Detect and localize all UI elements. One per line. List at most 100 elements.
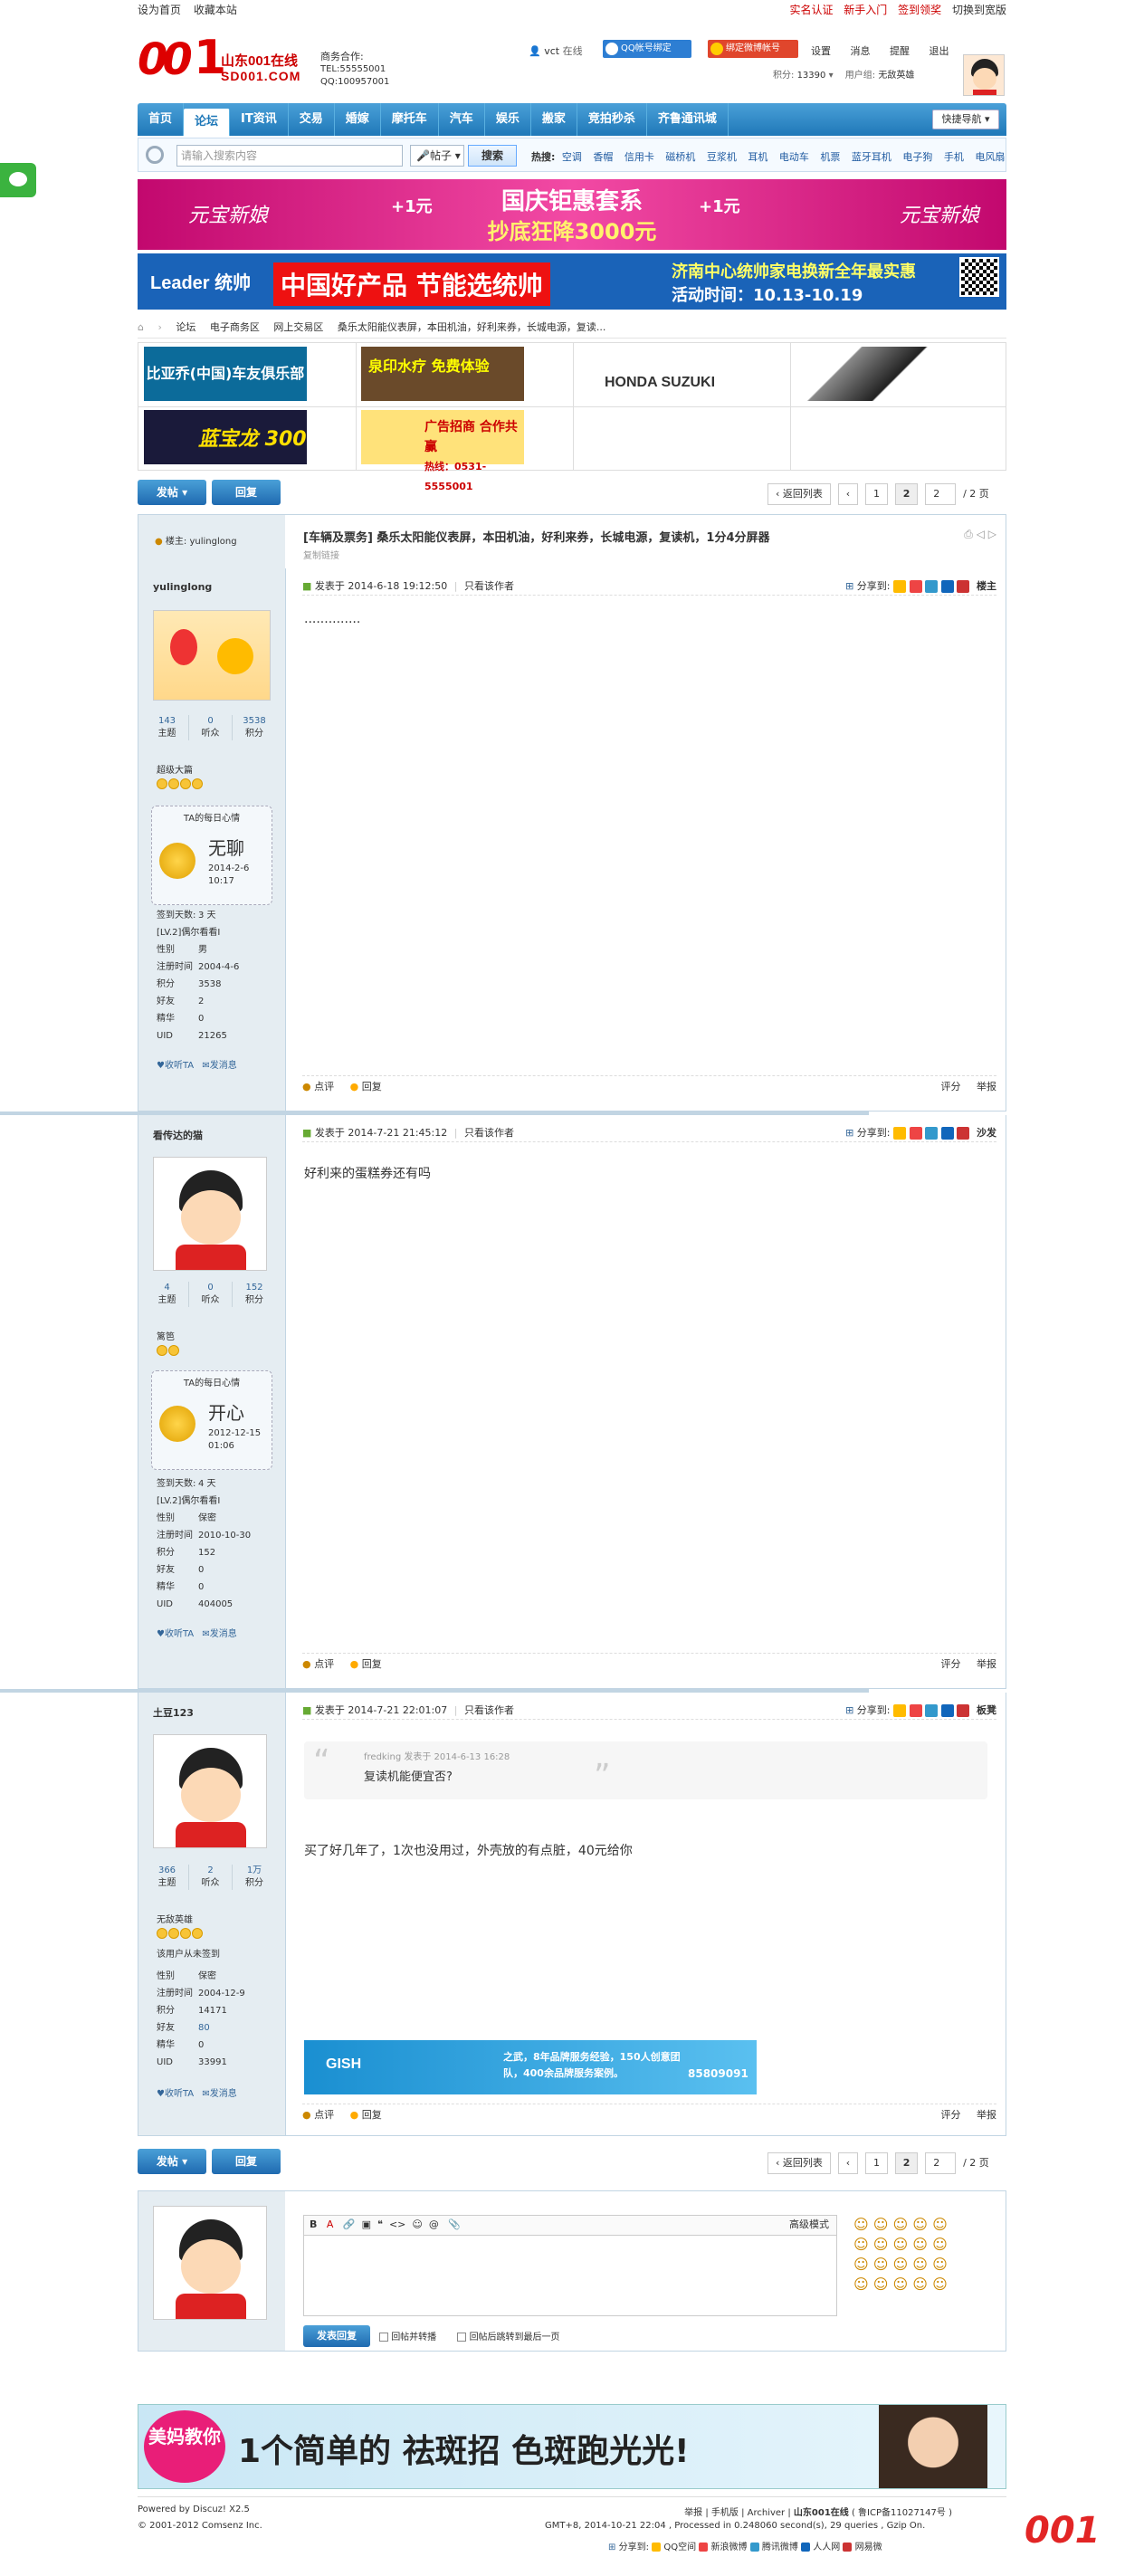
share-renren-icon[interactable] [940, 1127, 954, 1140]
page-input[interactable]: 2 [925, 2152, 957, 2174]
quote-icon[interactable]: ❝ [377, 2218, 383, 2230]
prev-thread-icon[interactable]: ◁ [977, 528, 985, 540]
follow-button[interactable]: ♥收听TA [157, 1061, 194, 1071]
weibo-bind-button[interactable]: 绑定微博帐号 [708, 40, 798, 58]
next-thread-icon[interactable]: ▷ [988, 528, 996, 540]
author-avatar[interactable] [153, 1734, 267, 1848]
print-icon[interactable]: ⎙ [964, 528, 973, 540]
settings-link[interactable]: 设置 [811, 45, 831, 57]
logout-link[interactable]: 退出 [930, 45, 949, 57]
report-button[interactable]: 举报 [977, 1658, 996, 1670]
my-avatar[interactable] [153, 2206, 267, 2320]
hot-item[interactable]: 豆浆机 [707, 151, 737, 163]
rate-comment-button[interactable]: ● 点评 [302, 1658, 334, 1670]
qq-bind-button[interactable]: QQ帐号绑定 [603, 40, 691, 58]
author-rank[interactable]: 篱笆 [157, 1329, 175, 1342]
share-qzone-icon[interactable] [893, 1704, 906, 1717]
back-to-list-button[interactable]: ‹ 返回列表 [767, 2152, 831, 2174]
share-kaixin-icon[interactable] [957, 1127, 969, 1140]
jump-last-checkbox[interactable] [457, 2333, 467, 2342]
bottom-banner[interactable]: 美妈教你 1个简单的 祛斑招 色斑跑光光! [138, 2404, 1006, 2489]
share-renren-icon[interactable] [940, 580, 954, 593]
hot-item[interactable]: 信用卡 [624, 151, 654, 163]
author-name[interactable]: 土豆123 [153, 1705, 194, 1720]
nav-entertainment[interactable]: 娱乐 [485, 103, 531, 136]
send-message-button[interactable]: ✉发消息 [202, 1061, 236, 1071]
smiley-icon[interactable]: ☺ ☺ ☺ ☺ ☺ [853, 2256, 948, 2273]
nav-car[interactable]: 汽车 [439, 103, 485, 136]
share-renren-icon[interactable] [940, 1704, 954, 1717]
score-button[interactable]: 评分 [941, 2109, 961, 2121]
share-weibo-icon[interactable] [909, 1127, 922, 1140]
user-avatar[interactable] [963, 54, 1005, 96]
only-author-link[interactable]: 只看该作者 [464, 1704, 514, 1716]
page-2[interactable]: 2 [894, 483, 919, 505]
report-button[interactable]: 举报 [977, 1081, 996, 1092]
hot-item[interactable]: 香帽 [593, 151, 613, 163]
author-name[interactable]: yulinglong [153, 581, 212, 593]
footer-share-weibo[interactable]: 新浪微博 [699, 2543, 747, 2552]
copy-link[interactable]: 复制链接 [303, 548, 339, 561]
at-icon[interactable]: @ [429, 2218, 439, 2230]
hot-item[interactable]: 手机 [944, 151, 964, 163]
home-icon[interactable]: ⌂ [138, 321, 144, 333]
font-color-icon[interactable]: A [327, 2218, 334, 2230]
hot-item[interactable]: 电子狗 [902, 151, 932, 163]
share-kaixin-icon[interactable] [957, 1704, 969, 1717]
send-message-button[interactable]: ✉发消息 [202, 2089, 236, 2099]
nav-motorcycle[interactable]: 摩托车 [381, 103, 439, 136]
footer-mobile[interactable]: 手机版 [711, 2508, 739, 2518]
search-input[interactable]: 请输入搜索内容 [176, 145, 403, 167]
nav-trade[interactable]: 交易 [289, 103, 335, 136]
footer-share-163[interactable]: 网易微 [843, 2543, 882, 2552]
nav-moving[interactable]: 搬家 [531, 103, 577, 136]
share-kaixin-icon[interactable] [957, 580, 969, 593]
author-rank[interactable]: 无敌英雄 [157, 1912, 193, 1925]
hot-item[interactable]: 磁桥机 [665, 151, 695, 163]
user-group-value[interactable]: 无敌英雄 [878, 71, 914, 81]
notices-link[interactable]: 提醒 [890, 45, 910, 57]
image-icon[interactable]: ▣ [362, 2218, 371, 2230]
search-scope-select[interactable]: 🎤帖子 ▾ [410, 145, 464, 167]
banner-wedding[interactable]: 元宝新娘 +1元 国庆钜惠套系 抄底狂降3000元 +1元 元宝新娘 [138, 179, 1006, 250]
hot-item[interactable]: 电动车 [779, 151, 809, 163]
messages-link[interactable]: 消息 [851, 45, 871, 57]
author-rank[interactable]: 超级大篇 [157, 762, 193, 776]
crumb-thread[interactable]: 桑乐太阳能仪表屏，本田机油，好利来券，长城电源，复读... [338, 321, 606, 333]
ad-motorbike-image[interactable] [796, 347, 958, 401]
code-icon[interactable]: <> [389, 2218, 405, 2230]
ad-recruit[interactable]: 广告招商 合作共赢 热线：0531-5555001 [361, 410, 524, 492]
realname-link[interactable]: 实名认证 [789, 4, 833, 16]
new-post-button-bottom[interactable]: 发帖 ▾ [138, 2149, 206, 2174]
bookmark-link[interactable]: 收藏本站 [194, 4, 237, 16]
reply-button-bottom[interactable]: 回复 [212, 2149, 281, 2174]
newbie-link[interactable]: 新手入门 [844, 4, 887, 16]
set-homepage-link[interactable]: 设为首页 [138, 4, 181, 16]
points-value[interactable]: 13390 [797, 71, 826, 81]
crumb-forum[interactable]: 论坛 [176, 321, 195, 333]
link-icon[interactable]: 🔗 [343, 2218, 356, 2230]
share-weibo-icon[interactable] [909, 580, 922, 593]
author-avatar[interactable] [153, 1157, 267, 1271]
repost-checkbox[interactable] [379, 2333, 388, 2342]
nav-wedding[interactable]: 婚嫁 [335, 103, 381, 136]
follow-button[interactable]: ♥收听TA [157, 2089, 194, 2099]
floor-number[interactable]: 沙发 [977, 1124, 996, 1142]
share-tqq-icon[interactable] [925, 580, 938, 593]
crumb-trade[interactable]: 网上交易区 [273, 321, 323, 333]
only-author-link[interactable]: 只看该作者 [464, 1127, 514, 1139]
checkin-link[interactable]: 签到领奖 [898, 4, 941, 16]
post-reply-button[interactable]: ● 回复 [350, 1081, 382, 1092]
advanced-mode-link[interactable]: 高级模式 [789, 2216, 829, 2234]
smiley-icon[interactable]: ☺ ☺ ☺ ☺ ☺ [853, 2236, 948, 2253]
prev-page-button[interactable]: ‹ [837, 483, 859, 505]
signature-ad[interactable]: GISH 之武，8年品牌服务经验，150人创意团队，400余品牌服务案例。 85… [304, 2040, 757, 2094]
search-button[interactable]: 搜索 [468, 145, 517, 167]
post-reply-button[interactable]: ● 回复 [350, 1658, 382, 1670]
nav-telecom[interactable]: 齐鲁通讯城 [647, 103, 729, 136]
score-button[interactable]: 评分 [941, 1658, 961, 1670]
footer-report[interactable]: 举报 [684, 2508, 702, 2518]
share-qzone-icon[interactable] [893, 580, 906, 593]
thread-owner-link[interactable]: yulinglong [189, 537, 236, 547]
bold-icon[interactable]: B [310, 2218, 317, 2230]
